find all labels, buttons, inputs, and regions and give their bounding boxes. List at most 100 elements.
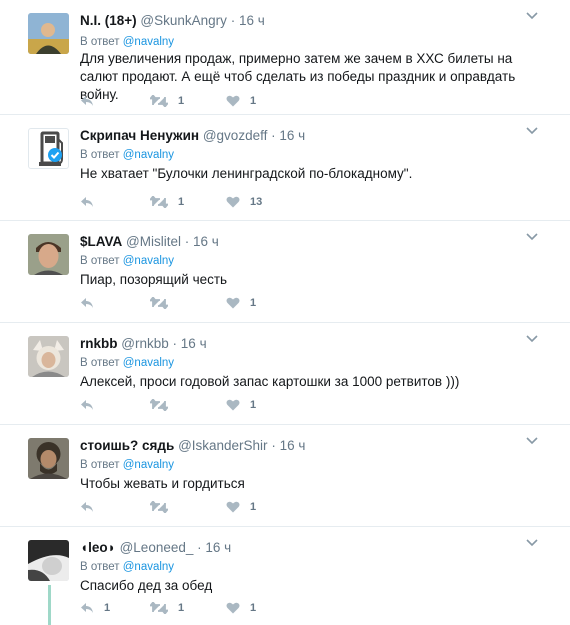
reply-icon: [81, 502, 93, 512]
author-handle[interactable]: @rnkbb: [121, 336, 168, 351]
tweet[interactable]: $LAVA @Mislitel · 16 ч В ответ @navalny …: [0, 221, 570, 323]
timestamp[interactable]: 16 ч: [193, 234, 219, 249]
tweet-actions: 1 1 1: [80, 599, 306, 617]
separator-dot: ·: [271, 438, 276, 453]
retweet-button[interactable]: [150, 297, 226, 309]
retweet-icon: [150, 196, 168, 208]
author-handle[interactable]: @IskanderShir: [178, 438, 268, 453]
caret-down-icon[interactable]: [526, 539, 538, 549]
tweet-actions: 1 1: [80, 92, 306, 110]
tweet-text: Не хватает "Булочки ленинградской по-бло…: [80, 166, 413, 181]
retweet-button[interactable]: 1: [150, 602, 226, 614]
tweet[interactable]: ◖leo◗ @Leoneed_ · 16 ч В ответ @navalny …: [0, 527, 570, 625]
caret-down-icon[interactable]: [526, 233, 538, 243]
reply-button[interactable]: [80, 196, 150, 208]
like-count: 1: [250, 501, 257, 513]
caret-down-icon[interactable]: [526, 127, 538, 137]
avatar[interactable]: [28, 234, 69, 275]
caret-down-icon[interactable]: [526, 12, 538, 22]
heart-icon: [226, 196, 240, 208]
tweet[interactable]: стоишь? сядь @IskanderShir · 16 ч В отве…: [0, 425, 570, 527]
tweet-header: ◖leo◗ @Leoneed_ · 16 ч: [80, 539, 530, 557]
retweet-count: 1: [178, 95, 185, 107]
reply-to: В ответ @navalny: [80, 255, 175, 267]
heart-icon: [226, 501, 240, 513]
author-name[interactable]: $LAVA: [80, 234, 122, 249]
author-name[interactable]: ◖leo◗: [80, 540, 116, 555]
tweet-text: Спасибо дед за обед: [80, 578, 213, 593]
like-button[interactable]: 1: [226, 297, 306, 309]
thread-line: [48, 585, 51, 625]
reply-count: 1: [104, 602, 111, 614]
like-count: 1: [250, 602, 257, 614]
tweet-text: Пиар, позорящий честь: [80, 272, 228, 287]
avatar[interactable]: [28, 336, 69, 377]
retweet-icon: [150, 602, 168, 614]
reply-button[interactable]: [80, 501, 150, 513]
like-count: 1: [250, 399, 257, 411]
tweet-text: Алексей, проси годовой запас картошки за…: [80, 374, 460, 389]
timestamp[interactable]: 16 ч: [205, 540, 231, 555]
avatar[interactable]: [28, 128, 69, 169]
reply-to: В ответ @navalny: [80, 459, 175, 471]
timestamp[interactable]: 16 ч: [279, 128, 305, 143]
mention-link[interactable]: @navalny: [123, 561, 174, 573]
author-handle[interactable]: @gvozdeff: [203, 128, 268, 143]
tweet[interactable]: Скрипач Ненужин @gvozdeff · 16 ч В ответ…: [0, 115, 570, 221]
reply-to: В ответ @navalny: [80, 357, 175, 369]
reply-icon: [81, 298, 93, 308]
mention-link[interactable]: @navalny: [123, 459, 174, 471]
like-button[interactable]: 1: [226, 602, 306, 614]
heart-icon: [226, 399, 240, 411]
reply-button[interactable]: [80, 297, 150, 309]
separator-dot: ·: [172, 336, 178, 351]
mention-link[interactable]: @navalny: [123, 255, 174, 267]
timestamp[interactable]: 16 ч: [239, 13, 265, 28]
tweet-actions: 1 13: [80, 193, 306, 211]
heart-icon: [226, 602, 240, 614]
separator-dot: ·: [271, 128, 276, 143]
author-name[interactable]: N.I. (18+): [80, 13, 137, 28]
caret-down-icon[interactable]: [526, 437, 538, 447]
like-button[interactable]: 1: [226, 501, 306, 513]
tweet-header: стоишь? сядь @IskanderShir · 16 ч: [80, 437, 530, 455]
separator-dot: ·: [184, 234, 190, 249]
mention-link[interactable]: @navalny: [123, 357, 174, 369]
retweet-button[interactable]: 1: [150, 95, 226, 107]
author-handle[interactable]: @SkunkAngry: [140, 13, 227, 28]
avatar[interactable]: [28, 13, 69, 54]
separator-dot: ·: [197, 540, 202, 555]
retweet-button[interactable]: 1: [150, 196, 226, 208]
caret-down-icon[interactable]: [526, 335, 538, 345]
like-button[interactable]: 1: [226, 95, 306, 107]
author-handle[interactable]: @Leoneed_: [120, 540, 194, 555]
like-count: 13: [250, 196, 263, 208]
tweet[interactable]: rnkbb @rnkbb · 16 ч В ответ @navalny Але…: [0, 323, 570, 425]
tweet-actions: 1: [80, 498, 306, 516]
reply-button[interactable]: [80, 95, 150, 107]
tweet-header: Скрипач Ненужин @gvozdeff · 16 ч: [80, 127, 530, 145]
mention-link[interactable]: @navalny: [123, 36, 174, 48]
like-count: 1: [250, 95, 257, 107]
reply-button[interactable]: [80, 399, 150, 411]
retweet-button[interactable]: [150, 501, 226, 513]
avatar[interactable]: [28, 438, 69, 479]
timestamp[interactable]: 16 ч: [181, 336, 207, 351]
author-name[interactable]: Скрипач Ненужин: [80, 128, 199, 143]
reply-button[interactable]: 1: [80, 602, 150, 614]
mention-link[interactable]: @navalny: [123, 149, 174, 161]
like-button[interactable]: 13: [226, 196, 306, 208]
like-button[interactable]: 1: [226, 399, 306, 411]
retweet-icon: [150, 399, 168, 411]
reply-icon: [81, 96, 93, 106]
tweet[interactable]: N.I. (18+) @SkunkAngry · 16 ч В ответ В …: [0, 0, 570, 115]
retweet-count: 1: [178, 602, 185, 614]
retweet-button[interactable]: [150, 399, 226, 411]
timestamp[interactable]: 16 ч: [280, 438, 306, 453]
author-name[interactable]: стоишь? сядь: [80, 438, 174, 453]
avatar[interactable]: [28, 540, 69, 581]
reply-to: В ответ @navalny: [80, 149, 175, 161]
author-name[interactable]: rnkbb: [80, 336, 118, 351]
reply-to: В ответ @navalny: [80, 36, 175, 48]
author-handle[interactable]: @Mislitel: [126, 234, 181, 249]
